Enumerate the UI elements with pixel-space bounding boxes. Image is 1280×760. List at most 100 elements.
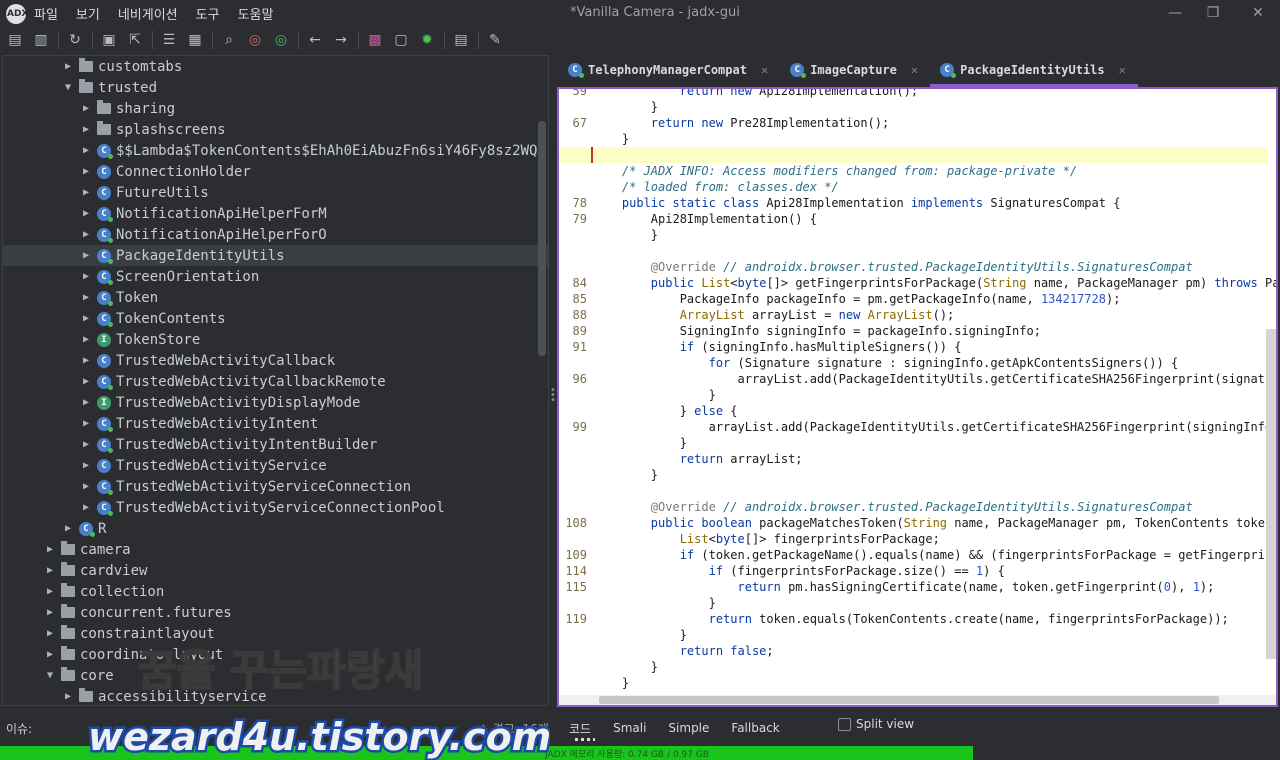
tree-item[interactable]: ▶ constraintlayout [3, 623, 548, 644]
expand-arrow-icon[interactable]: ▶ [79, 481, 93, 492]
tree-item[interactable]: ▶ C ScreenOrientation [3, 266, 548, 287]
expand-arrow-icon[interactable]: ▶ [79, 292, 93, 303]
collapse-arrow-icon[interactable]: ▼ [61, 82, 75, 93]
menu-item[interactable]: 파일 [34, 4, 58, 23]
tree-item[interactable]: ▶ C ConnectionHolder [3, 161, 548, 182]
expand-arrow-icon[interactable]: ▶ [79, 145, 93, 156]
expand-arrow-icon[interactable]: ▶ [61, 61, 75, 72]
export-icon[interactable]: ⇱ [124, 29, 146, 51]
tab-fallback[interactable]: Fallback [731, 721, 779, 735]
tab-simple[interactable]: Simple [668, 721, 709, 735]
tree-scrollbar[interactable] [538, 121, 546, 356]
add-files-icon[interactable]: ▥ [30, 29, 52, 51]
tree-item[interactable]: ▼ core [3, 665, 548, 686]
back-icon[interactable]: ← [304, 29, 326, 51]
warnings-count[interactable]: ⚠ 경고: 16개 [478, 720, 549, 737]
code-editor[interactable]: 59 return new Api28Implementation(); } 67… [557, 87, 1278, 707]
log-icon[interactable]: ▢ [390, 29, 412, 51]
expand-arrow-icon[interactable]: ▶ [79, 355, 93, 366]
expand-arrow-icon[interactable]: ▶ [43, 649, 57, 660]
tree-item[interactable]: ▶ camera [3, 539, 548, 560]
tree-item[interactable]: ▶ I TokenStore [3, 329, 548, 350]
search-icon[interactable]: ⌕ [218, 29, 240, 51]
tree-item[interactable]: ▶ splashscreens [3, 119, 548, 140]
tree-item[interactable]: ▶ collection [3, 581, 548, 602]
tree-item[interactable]: ▶ C TrustedWebActivityCallbackRemote [3, 371, 548, 392]
editor-tab[interactable]: C PackageIdentityUtils ✕ [930, 55, 1138, 87]
tab-code[interactable]: 코드 [569, 720, 596, 741]
tree-item[interactable]: ▶ C TrustedWebActivityServiceConnectionPoo… [3, 497, 548, 518]
tree-item[interactable]: ▶ C FutureUtils [3, 182, 548, 203]
menu-item[interactable]: 보기 [76, 4, 100, 23]
expand-arrow-icon[interactable]: ▶ [79, 439, 93, 450]
tree-item[interactable]: ▶ C PackageIdentityUtils [3, 245, 548, 266]
refresh-icon[interactable]: ↻ [64, 29, 86, 51]
expand-arrow-icon[interactable]: ▶ [79, 187, 93, 198]
settings-icon[interactable]: ✎ [484, 29, 506, 51]
expand-arrow-icon[interactable]: ▶ [43, 565, 57, 576]
collapse-arrow-icon[interactable]: ▼ [43, 670, 57, 681]
expand-arrow-icon[interactable]: ▶ [61, 691, 75, 702]
maximize-button[interactable]: ❐ [1198, 3, 1228, 23]
tree-item[interactable]: ▶ C NotificationApiHelperForM [3, 203, 548, 224]
split-view-toggle[interactable]: Split view [838, 717, 914, 731]
tree-item[interactable]: ▶ accessibilityservice [3, 686, 548, 705]
tree-item[interactable]: ▶ C NotificationApiHelperForO [3, 224, 548, 245]
forward-icon[interactable]: → [330, 29, 352, 51]
tree-item[interactable]: ▶ sharing [3, 98, 548, 119]
tree-item[interactable]: ▶ C TrustedWebActivityIntentBuilder [3, 434, 548, 455]
tab-close-icon[interactable]: ✕ [1119, 63, 1126, 77]
tree-item[interactable]: ▶ C TrustedWebActivityServiceConnection [3, 476, 548, 497]
menu-item[interactable]: 도구 [196, 4, 220, 23]
find-class-icon[interactable]: ◎ [244, 29, 266, 51]
expand-arrow-icon[interactable]: ▶ [79, 376, 93, 387]
expand-arrow-icon[interactable]: ▶ [79, 502, 93, 513]
expand-arrow-icon[interactable]: ▶ [79, 229, 93, 240]
sync-icon[interactable]: ☰ [158, 29, 180, 51]
tree-item[interactable]: ▶ C Token [3, 287, 548, 308]
tree-item[interactable]: ▶ C TrustedWebActivityIntent [3, 413, 548, 434]
expand-arrow-icon[interactable]: ▶ [43, 628, 57, 639]
expand-arrow-icon[interactable]: ▶ [43, 607, 57, 618]
editor-horizontal-scrollbar[interactable] [599, 696, 1219, 704]
tree-item[interactable]: ▶ C $$Lambda$TokenContents$EhAh0EiAbuzFn6s… [3, 140, 548, 161]
split-view-checkbox[interactable] [838, 718, 851, 731]
tree-item[interactable]: ▶ C TokenContents [3, 308, 548, 329]
expand-arrow-icon[interactable]: ▶ [79, 250, 93, 261]
debug-icon[interactable]: ✹ [416, 29, 438, 51]
expand-arrow-icon[interactable]: ▶ [43, 586, 57, 597]
open-icon[interactable]: ▤ [4, 29, 26, 51]
tree-item[interactable]: ▶ concurrent.futures [3, 602, 548, 623]
expand-arrow-icon[interactable]: ▶ [79, 166, 93, 177]
expand-arrow-icon[interactable]: ▶ [79, 313, 93, 324]
flatten-icon[interactable]: ▦ [184, 29, 206, 51]
expand-arrow-icon[interactable]: ▶ [79, 271, 93, 282]
tree-item[interactable]: ▶ customtabs [3, 56, 548, 77]
minimize-button[interactable]: — [1160, 3, 1190, 23]
editor-tab[interactable]: C TelephonyManagerCompat ✕ [558, 55, 780, 87]
class-tree[interactable]: ▶ customtabs ▼ trusted ▶ sharing ▶ splashscreen… [2, 55, 549, 706]
expand-arrow-icon[interactable]: ▶ [61, 523, 75, 534]
panel-splitter[interactable]: • • • [550, 386, 556, 406]
tab-smali[interactable]: Smali [613, 721, 646, 735]
tab-close-icon[interactable]: ✕ [911, 63, 918, 77]
expand-arrow-icon[interactable]: ▶ [79, 334, 93, 345]
expand-arrow-icon[interactable]: ▶ [79, 418, 93, 429]
deobfuscation-icon[interactable]: ▩ [364, 29, 386, 51]
tree-item[interactable]: ▶ I TrustedWebActivityDisplayMode [3, 392, 548, 413]
save-icon[interactable]: ▣ [98, 29, 120, 51]
tree-item[interactable]: ▶ C TrustedWebActivityCallback [3, 350, 548, 371]
bookmark-icon[interactable]: ▤ [450, 29, 472, 51]
close-button[interactable]: ✕ [1243, 3, 1273, 23]
menu-item[interactable]: 도움말 [238, 4, 274, 23]
expand-arrow-icon[interactable]: ▶ [79, 124, 93, 135]
expand-arrow-icon[interactable]: ▶ [43, 544, 57, 555]
tree-item[interactable]: ▼ trusted [3, 77, 548, 98]
tree-item[interactable]: ▶ coordinatorlayout [3, 644, 548, 665]
tab-close-icon[interactable]: ✕ [761, 63, 768, 77]
editor-vertical-scrollbar[interactable] [1266, 329, 1276, 659]
expand-arrow-icon[interactable]: ▶ [79, 103, 93, 114]
expand-arrow-icon[interactable]: ▶ [79, 397, 93, 408]
code-area[interactable]: 59 return new Api28Implementation(); } 67… [559, 89, 1276, 691]
editor-tab[interactable]: C ImageCapture ✕ [780, 55, 930, 87]
